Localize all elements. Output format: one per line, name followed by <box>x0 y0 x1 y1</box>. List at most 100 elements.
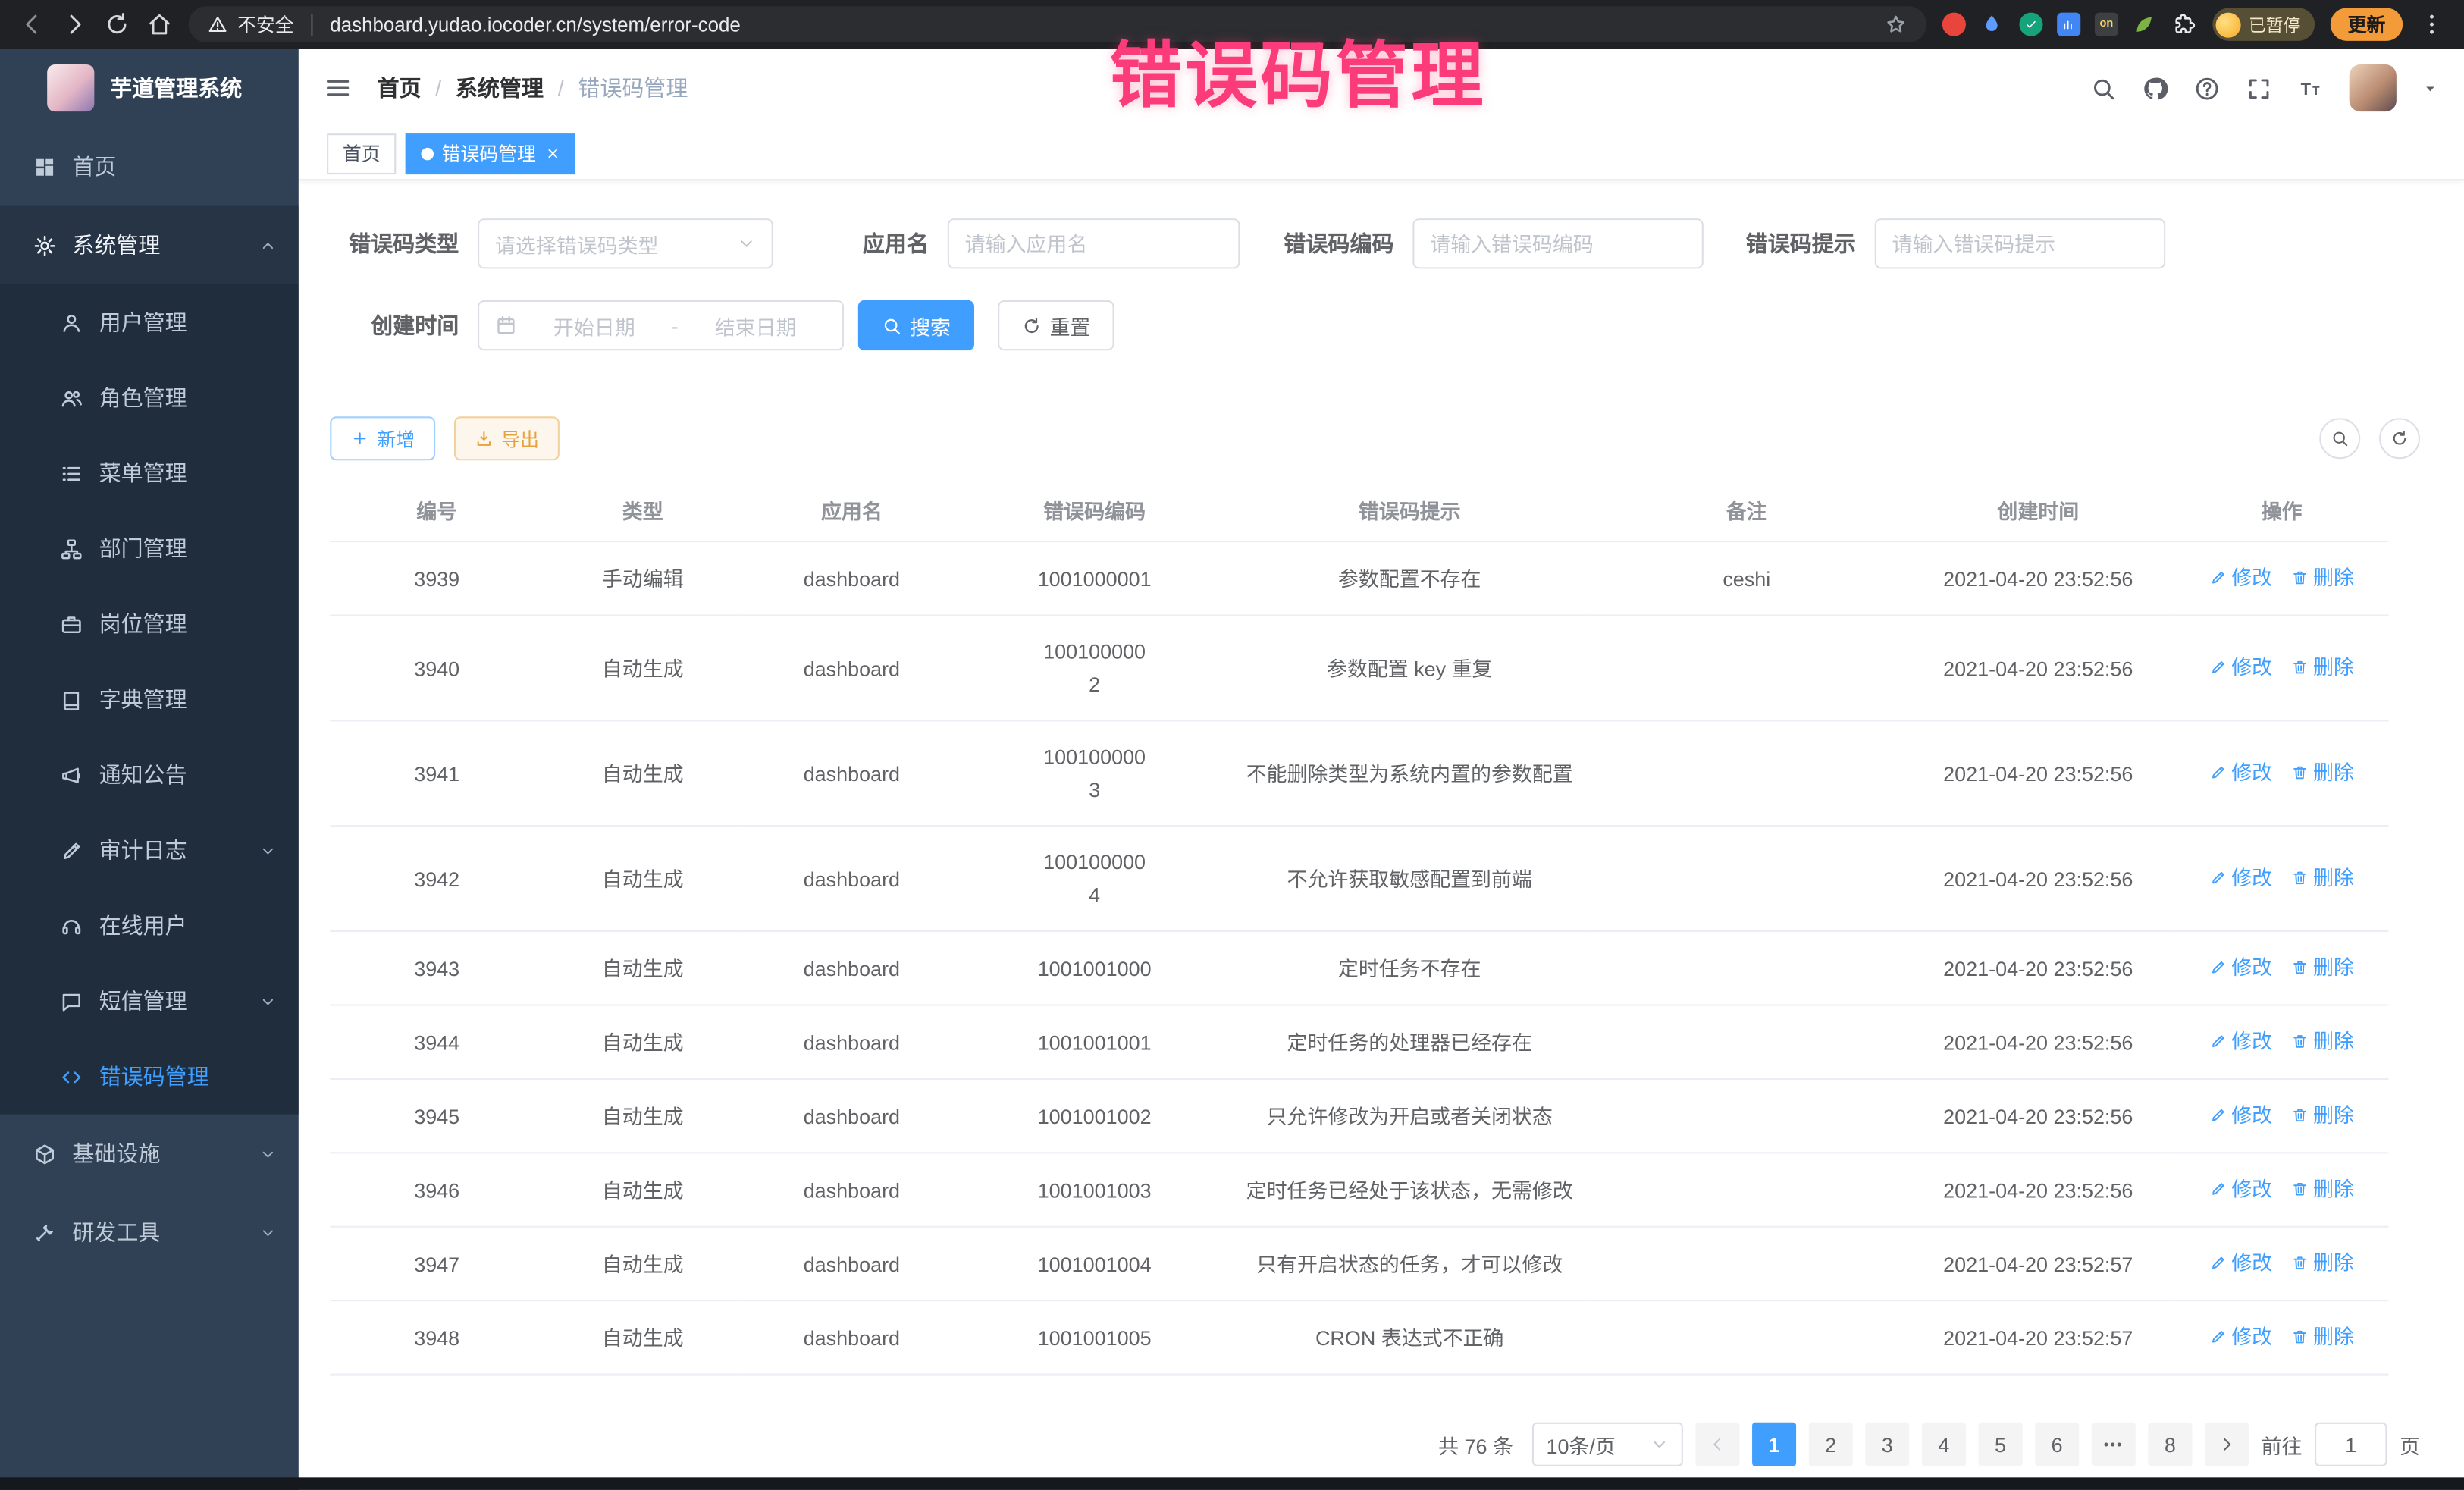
page-button[interactable]: 6 <box>2035 1423 2079 1466</box>
delete-link[interactable]: 删除 <box>2291 861 2354 895</box>
delete-link[interactable]: 删除 <box>2291 951 2354 984</box>
fullscreen-icon[interactable] <box>2246 74 2272 101</box>
edit-link[interactable]: 修改 <box>2209 861 2272 895</box>
page-button[interactable]: 3 <box>1865 1423 1909 1466</box>
breadcrumb-item[interactable]: 首页 <box>377 72 421 103</box>
edit-link[interactable]: 修改 <box>2209 1247 2272 1280</box>
sidebar-toggle-icon[interactable] <box>324 74 352 102</box>
page-button[interactable]: 5 <box>1978 1423 2022 1466</box>
tag-home[interactable]: 首页 <box>327 133 396 174</box>
home-icon[interactable] <box>146 11 173 38</box>
delete-link[interactable]: 删除 <box>2291 1320 2354 1354</box>
export-button[interactable]: 导出 <box>454 416 560 460</box>
app-name-input[interactable] <box>948 218 1240 268</box>
edit-link[interactable]: 修改 <box>2209 651 2272 684</box>
font-size-icon[interactable]: TT <box>2297 74 2324 101</box>
cell-id: 3948 <box>330 1300 544 1374</box>
error-code-input[interactable] <box>1412 218 1703 268</box>
sidebar-item-dev-tools[interactable]: 研发工具 <box>0 1193 299 1272</box>
blue-stats-icon[interactable] <box>2057 13 2080 36</box>
edit-link[interactable]: 修改 <box>2209 1024 2272 1058</box>
github-icon[interactable] <box>2142 74 2168 101</box>
breadcrumb-item[interactable]: 系统管理 <box>456 72 544 103</box>
extensions-puzzle-icon[interactable] <box>2171 12 2196 37</box>
sidebar-item-user[interactable]: 用户管理 <box>0 284 299 359</box>
sidebar-item-home[interactable]: 首页 <box>0 127 299 206</box>
delete-link[interactable]: 删除 <box>2291 1172 2354 1206</box>
cell-type: 自动生成 <box>544 826 741 931</box>
edit-link[interactable]: 修改 <box>2209 951 2272 984</box>
more-pages-button[interactable]: ••• <box>2092 1423 2136 1466</box>
edit-link[interactable]: 修改 <box>2209 1172 2272 1206</box>
forward-icon[interactable] <box>61 11 88 38</box>
back-icon[interactable] <box>19 11 45 38</box>
sidebar-item-system[interactable]: 系统管理 <box>0 206 299 285</box>
green-check-icon[interactable] <box>2019 13 2042 36</box>
toggle-search-button[interactable] <box>2319 418 2360 459</box>
reset-button-label: 重置 <box>1050 310 1091 340</box>
sidebar-item-menu[interactable]: 菜单管理 <box>0 435 299 510</box>
delete-link[interactable]: 删除 <box>2291 1024 2354 1058</box>
delete-link[interactable]: 删除 <box>2291 1099 2354 1132</box>
edit-link[interactable]: 修改 <box>2209 561 2272 594</box>
date-range-picker[interactable]: 开始日期 - 结束日期 <box>478 300 844 350</box>
cell-app: dashboard <box>741 1153 961 1226</box>
chevron-up-icon <box>259 237 277 254</box>
search-icon <box>2331 429 2350 448</box>
next-page-button[interactable] <box>2205 1423 2249 1466</box>
sidebar-item-online-user[interactable]: 在线用户 <box>0 888 299 963</box>
address-bar[interactable]: 不安全 dashboard.yudao.iocoder.cn/system/er… <box>189 6 1926 42</box>
delete-link[interactable]: 删除 <box>2291 561 2354 594</box>
add-button[interactable]: 新增 <box>330 416 435 460</box>
search-icon[interactable] <box>2090 74 2117 101</box>
tag-error-code[interactable]: 错误码管理× <box>406 133 575 174</box>
filter-label-error-hint: 错误码提示 <box>1746 228 1856 259</box>
sidebar-item-post[interactable]: 岗位管理 <box>0 586 299 661</box>
prev-page-button[interactable] <box>1695 1423 1739 1466</box>
edit-icon <box>60 839 83 862</box>
page-button[interactable]: 2 <box>1809 1423 1853 1466</box>
goto-page-input[interactable] <box>2315 1423 2387 1466</box>
delete-link[interactable]: 删除 <box>2291 1247 2354 1280</box>
help-icon[interactable] <box>2193 74 2220 101</box>
green-leaf-icon[interactable] <box>2133 12 2158 37</box>
sidebar-item-label: 角色管理 <box>99 382 187 413</box>
browser-menu-icon[interactable] <box>2419 11 2445 38</box>
sidebar-item-role[interactable]: 角色管理 <box>0 360 299 435</box>
sidebar-item-sms[interactable]: 短信管理 <box>0 964 299 1039</box>
avatar-caret-icon[interactable] <box>2422 80 2439 97</box>
profile-chip[interactable]: 已暂停 <box>2212 8 2315 41</box>
delete-link[interactable]: 删除 <box>2291 651 2354 684</box>
edit-link[interactable]: 修改 <box>2209 1320 2272 1354</box>
page-button[interactable]: 4 <box>1922 1423 1966 1466</box>
page-button[interactable]: 1 <box>1752 1423 1796 1466</box>
user-avatar[interactable] <box>2350 64 2397 111</box>
sidebar-item-audit-log[interactable]: 审计日志 <box>0 813 299 888</box>
edit-link[interactable]: 修改 <box>2209 756 2272 789</box>
sidebar-item-dict[interactable]: 字典管理 <box>0 662 299 737</box>
page-size-select[interactable]: 10条/页 <box>1532 1423 1683 1466</box>
error-hint-input[interactable] <box>1875 218 2165 268</box>
delete-link[interactable]: 删除 <box>2291 756 2354 789</box>
close-icon[interactable]: × <box>547 143 559 164</box>
sidebar-item-error-code[interactable]: 错误码管理 <box>0 1039 299 1114</box>
water-drop-icon[interactable] <box>1980 12 2005 37</box>
update-button[interactable]: 更新 <box>2331 8 2403 41</box>
sidebar-item-dept[interactable]: 部门管理 <box>0 511 299 586</box>
record-red-icon[interactable] <box>1942 13 1966 36</box>
bookmark-star-icon[interactable] <box>1884 13 1908 36</box>
sidebar-item-notice[interactable]: 通知公告 <box>0 737 299 812</box>
reload-icon[interactable] <box>104 11 130 38</box>
filter-label-error-type: 错误码类型 <box>330 228 459 259</box>
navbar-actions: TT <box>2090 64 2439 111</box>
sidebar-item-infra[interactable]: 基础设施 <box>0 1115 299 1194</box>
switch-on-icon[interactable]: on <box>2095 13 2118 36</box>
refresh-table-button[interactable] <box>2379 418 2420 459</box>
page-button[interactable]: 8 <box>2148 1423 2192 1466</box>
trash-icon <box>2291 1106 2309 1124</box>
search-button[interactable]: 搜索 <box>858 300 974 350</box>
edit-link[interactable]: 修改 <box>2209 1099 2272 1132</box>
app-logo[interactable]: 芋道管理系统 <box>0 49 299 127</box>
reset-button[interactable]: 重置 <box>998 300 1114 350</box>
error-type-select[interactable]: 请选择错误码类型 <box>478 218 773 268</box>
